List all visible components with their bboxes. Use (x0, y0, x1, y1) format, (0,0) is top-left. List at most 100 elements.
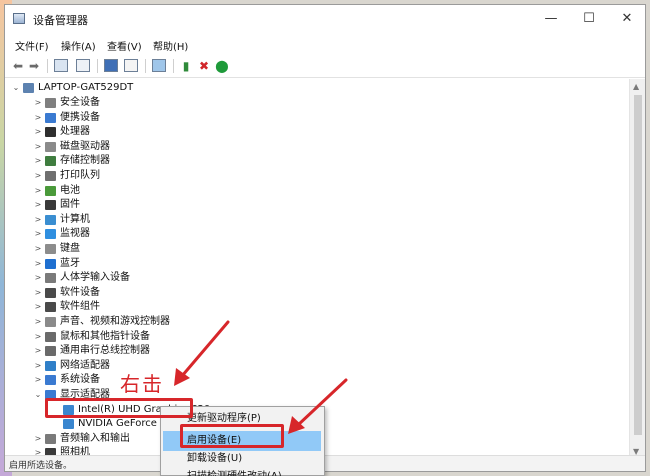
title-bar: 设备管理器 — ☐ ✕ (5, 5, 645, 33)
tree-item-category[interactable]: > 计算机 (33, 213, 293, 227)
toolbar-separator (47, 59, 48, 73)
menu-help[interactable]: 帮助(H) (153, 38, 188, 53)
expand-chevron-icon[interactable]: > (33, 271, 43, 285)
close-button[interactable]: ✕ (611, 9, 643, 29)
menu-view[interactable]: 查看(V) (107, 38, 142, 53)
expand-chevron-icon[interactable]: > (33, 227, 43, 241)
expand-chevron-icon[interactable]: > (33, 198, 43, 212)
expand-chevron-icon[interactable]: > (33, 96, 43, 110)
device-category-icon (45, 244, 56, 254)
tree-item-label: 通用串行总线控制器 (60, 345, 150, 357)
tree-item-category[interactable]: > 监视器 (33, 227, 293, 241)
help-icon[interactable] (103, 58, 119, 74)
expand-chevron-icon[interactable]: > (33, 140, 43, 154)
update-driver-icon[interactable]: ⬤ (215, 58, 229, 74)
tree-item-category[interactable]: > 蓝牙 (33, 257, 293, 271)
highlight-box-enable-device (180, 424, 284, 448)
device-category-icon (45, 360, 56, 371)
device-category-icon (45, 141, 56, 152)
minimize-button[interactable]: — (535, 9, 567, 29)
tree-root[interactable]: ⌄ LAPTOP-GAT529DT (11, 81, 211, 95)
vertical-scrollbar[interactable]: ▲ ▼ (629, 79, 645, 459)
view-icon[interactable] (123, 58, 139, 74)
scan-hardware-icon[interactable] (151, 58, 167, 74)
tree-item-category[interactable]: > 固件 (33, 198, 293, 212)
tree-item-category[interactable]: > 键盘 (33, 242, 293, 256)
tree-item-category[interactable]: > 鼠标和其他指针设备 (33, 330, 293, 344)
display-adapter-icon (63, 419, 74, 430)
expand-chevron-icon[interactable]: > (33, 359, 43, 373)
device-category-icon (45, 214, 56, 225)
expand-chevron-icon[interactable]: > (33, 344, 43, 358)
tree-item-category[interactable]: > 通用串行总线控制器 (33, 344, 293, 358)
computer-name: LAPTOP-GAT529DT (38, 82, 134, 93)
tree-item-category[interactable]: > 磁盘驱动器 (33, 140, 293, 154)
scroll-up-icon[interactable]: ▲ (633, 82, 639, 91)
tree-item-label: 人体学输入设备 (60, 272, 130, 284)
collapse-chevron-icon[interactable]: ⌄ (11, 81, 21, 95)
highlight-box-intel-gpu (45, 398, 193, 418)
device-category-icon (45, 200, 56, 211)
tree-item-label: 固件 (60, 199, 80, 211)
tree-item-category[interactable]: > 软件组件 (33, 300, 293, 314)
tree-item-label: 计算机 (60, 213, 90, 225)
expand-chevron-icon[interactable]: > (33, 184, 43, 198)
menu-file[interactable]: 文件(F) (15, 38, 49, 53)
expand-chevron-icon[interactable]: > (33, 213, 43, 227)
expand-chevron-icon[interactable]: > (33, 154, 43, 168)
device-category-icon (45, 156, 56, 167)
enable-device-icon[interactable]: ▮ (179, 58, 193, 74)
uninstall-device-icon[interactable]: ✖ (197, 58, 211, 74)
expand-chevron-icon[interactable]: > (33, 315, 43, 329)
collapse-chevron-icon[interactable]: ⌄ (33, 388, 43, 402)
back-arrow-icon[interactable]: ⬅ (11, 58, 25, 74)
device-category-icon (45, 433, 56, 444)
expand-chevron-icon[interactable]: > (33, 286, 43, 300)
tree-item-category[interactable]: > 存储控制器 (33, 154, 293, 168)
tree-item-category[interactable]: > 软件设备 (33, 286, 293, 300)
tree-item-label: 系统设备 (60, 374, 100, 386)
menu-scan-hardware[interactable]: 扫描检测硬件改动(A) (163, 467, 321, 476)
properties-icon[interactable] (53, 58, 69, 74)
tree-item-label: 音频输入和输出 (60, 432, 130, 444)
tree-item-label: 打印队列 (60, 170, 100, 181)
tree-item-category[interactable]: > 声音、视频和游戏控制器 (33, 315, 293, 329)
tree-item-category[interactable]: > 处理器 (33, 125, 293, 139)
expand-chevron-icon[interactable]: > (33, 169, 43, 183)
computer-icon (23, 83, 34, 93)
tree-item-label: 鼠标和其他指针设备 (60, 330, 150, 342)
maximize-button[interactable]: ☐ (573, 9, 605, 29)
tree-item-category[interactable]: > 安全设备 (33, 96, 293, 110)
expand-chevron-icon[interactable]: > (33, 432, 43, 446)
expand-chevron-icon[interactable]: > (33, 125, 43, 139)
forward-arrow-icon[interactable]: ➡ (27, 58, 41, 74)
device-category-icon (45, 287, 56, 298)
device-category-icon (45, 331, 56, 342)
expand-chevron-icon[interactable]: > (33, 111, 43, 125)
expand-chevron-icon[interactable]: > (33, 257, 43, 271)
menu-bar: 文件(F) 操作(A) 查看(V) 帮助(H) (5, 34, 645, 54)
tree-item-category[interactable]: > 打印队列 (33, 169, 293, 183)
menu-action[interactable]: 操作(A) (61, 38, 96, 53)
toolbar-separator (145, 59, 146, 73)
annotation-text: 右击 (120, 372, 164, 396)
tree-item-label: 存储控制器 (60, 155, 110, 167)
scrollbar-thumb[interactable] (634, 95, 642, 435)
expand-chevron-icon[interactable]: > (33, 373, 43, 387)
device-category-icon (45, 273, 56, 284)
device-manager-icon (13, 13, 25, 24)
tree-item-category[interactable]: > 便携设备 (33, 111, 293, 125)
tree-item-category[interactable]: > 电池 (33, 184, 293, 198)
show-hidden-icon[interactable] (75, 58, 91, 74)
status-text: 启用所选设备。 (9, 461, 73, 471)
tree-item-label: 安全设备 (60, 97, 100, 108)
toolbar: ⬅ ➡ ▮ ✖ ⬤ (5, 54, 645, 78)
tree-item-category[interactable]: > 人体学输入设备 (33, 271, 293, 285)
device-category-icon (45, 98, 56, 108)
expand-chevron-icon[interactable]: > (33, 330, 43, 344)
tree-item-label: 软件组件 (60, 301, 100, 313)
expand-chevron-icon[interactable]: > (33, 300, 43, 314)
device-category-icon (45, 229, 56, 240)
menu-uninstall-device[interactable]: 卸载设备(U) (163, 449, 321, 469)
expand-chevron-icon[interactable]: > (33, 242, 43, 256)
